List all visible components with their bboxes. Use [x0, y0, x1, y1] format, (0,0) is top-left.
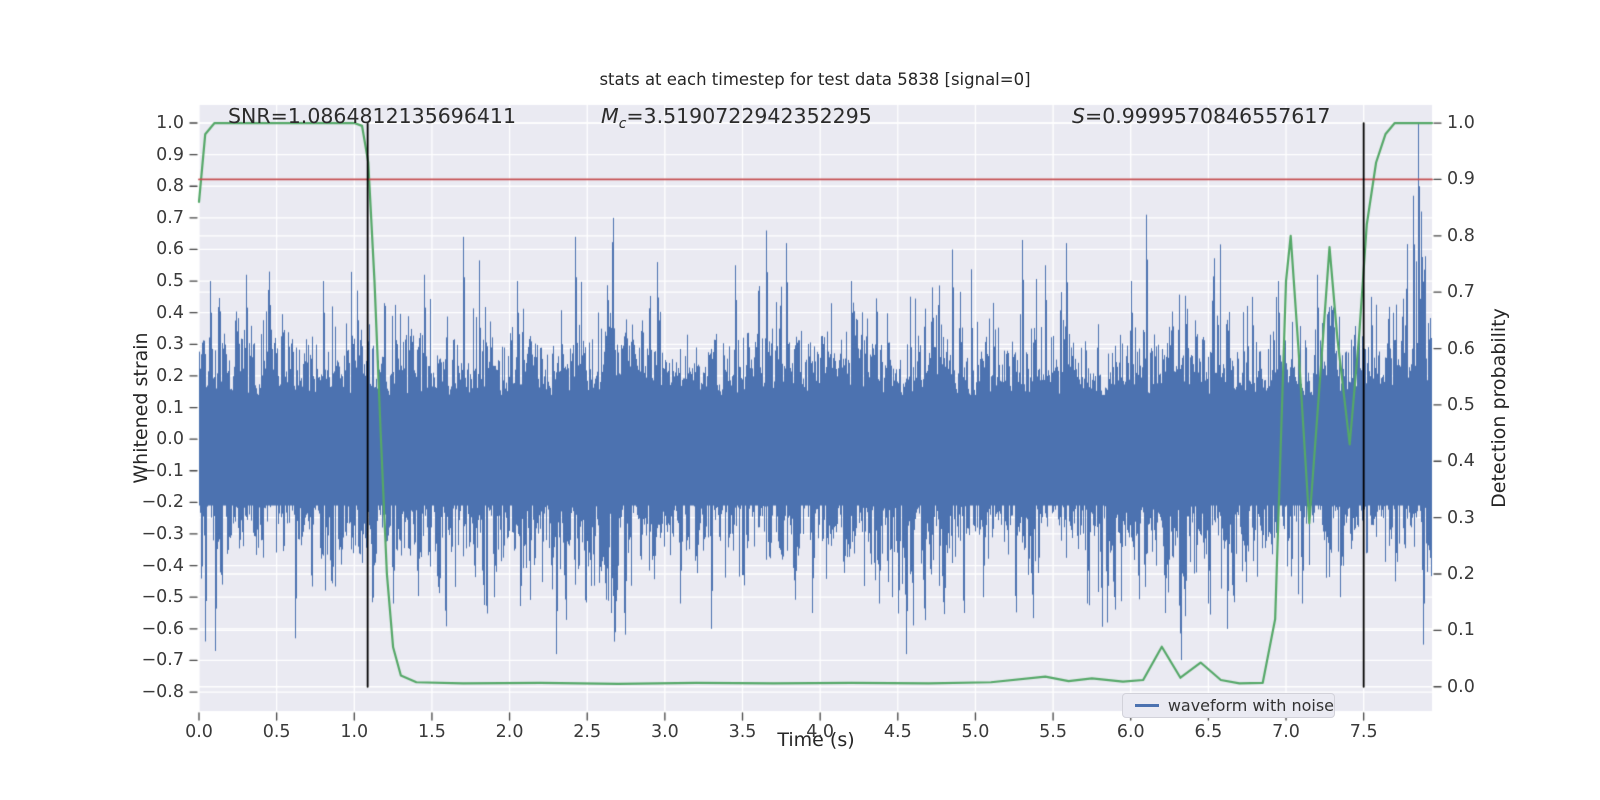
annotation-s-value: =0.9999570846557617: [1085, 104, 1331, 128]
x-tick-label: 5.5: [1039, 722, 1067, 742]
x-tick-label: 2.0: [495, 722, 524, 742]
x-tick-label: 3.5: [728, 722, 757, 742]
right-y-tick-label: 0.5: [1447, 394, 1475, 415]
annotation-mc-value: =3.5190722942352295: [626, 104, 872, 128]
left-y-tick-label: −0.6: [141, 618, 185, 639]
figure: stats at each timestep for test data 583…: [0, 0, 1600, 800]
left-y-tick-label: 0.6: [156, 239, 184, 260]
left-y-tick-label: 0.1: [156, 397, 184, 418]
x-tick-label: 1.0: [340, 722, 369, 742]
x-tick-label: 6.5: [1194, 722, 1223, 742]
right-y-tick-label: 0.1: [1447, 620, 1475, 641]
x-tick-label: 7.5: [1349, 722, 1378, 742]
x-tick-label: 5.0: [961, 722, 990, 742]
x-tick-label: 0.5: [262, 722, 291, 742]
annotation-significance: S=0.9999570846557617: [1072, 104, 1330, 128]
x-tick-label: 2.5: [573, 722, 602, 742]
left-y-tick-label: −0.3: [141, 523, 185, 544]
left-y-tick-label: 1.0: [156, 113, 184, 134]
right-y-tick-label: 0.0: [1447, 676, 1475, 697]
x-tick-label: 3.0: [650, 722, 679, 742]
x-tick-label: 6.0: [1116, 722, 1145, 742]
left-y-tick-label: −0.7: [141, 650, 185, 671]
annotation-s-symbol: S: [1072, 104, 1086, 128]
x-tick-label: 1.5: [418, 722, 446, 742]
x-tick-label: 7.0: [1272, 722, 1300, 742]
left-y-tick-label: −0.5: [141, 587, 185, 608]
left-y-tick-label: 0.9: [156, 144, 184, 165]
right-y-tick-label: 0.6: [1447, 338, 1475, 359]
x-tick-label: 0.0: [185, 722, 213, 742]
right-y-tick-label: 0.3: [1447, 507, 1475, 528]
left-y-tick-label: 0.3: [156, 334, 184, 355]
right-y-tick-label: 0.7: [1447, 282, 1475, 303]
annotation-snr-text: SNR=1.0864812135696411: [228, 104, 517, 128]
left-y-tick-label: −0.4: [141, 555, 185, 576]
left-y-tick-label: −0.1: [141, 460, 185, 481]
right-y-tick-label: 1.0: [1447, 113, 1475, 134]
x-tick-label: 4.0: [806, 722, 835, 742]
left-y-tick-label: 0.5: [156, 271, 184, 292]
legend: waveform with noise: [1122, 693, 1335, 718]
left-y-tick-label: 0.0: [156, 429, 184, 450]
left-y-tick-label: 0.2: [156, 365, 184, 386]
annotation-snr: SNR=1.0864812135696411: [228, 104, 516, 128]
x-tick-label: 4.5: [883, 722, 912, 742]
left-y-tick-label: −0.8: [141, 682, 185, 703]
right-y-tick-label: 0.9: [1447, 169, 1475, 190]
left-y-tick-label: 0.8: [156, 176, 184, 197]
annotation-mc-symbol: M: [601, 104, 619, 128]
right-y-axis-label: Detection probability: [1488, 308, 1510, 508]
legend-label: waveform with noise: [1167, 696, 1334, 715]
right-y-tick-label: 0.4: [1447, 451, 1475, 472]
right-y-tick-label: 0.8: [1447, 225, 1475, 246]
left-y-tick-label: −0.2: [141, 492, 185, 513]
left-y-tick-label: 0.7: [156, 207, 184, 228]
annotation-chirp-mass: Mc=3.5190722942352295: [601, 104, 872, 132]
legend-line-swatch: [1135, 704, 1159, 707]
right-y-tick-label: 0.2: [1447, 564, 1475, 585]
chart-title: stats at each timestep for test data 583…: [599, 70, 1031, 89]
left-y-tick-label: 0.4: [156, 302, 184, 323]
